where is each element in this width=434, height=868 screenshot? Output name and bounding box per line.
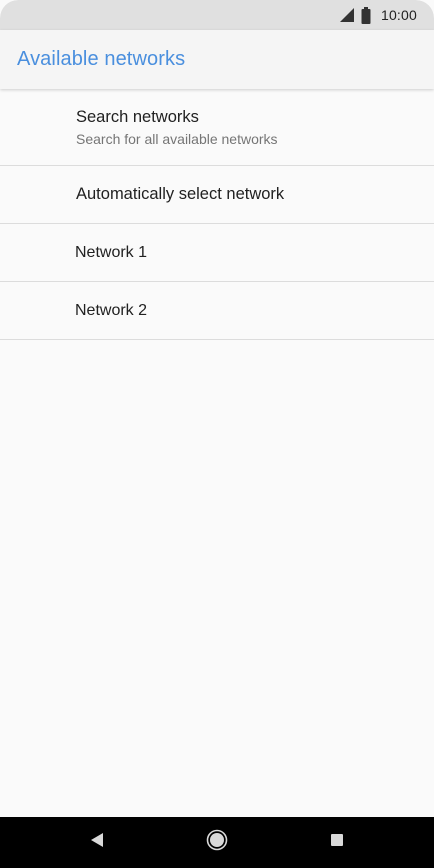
battery-icon <box>361 6 371 24</box>
search-networks-item[interactable]: Search networks Search for all available… <box>0 89 434 166</box>
recents-button[interactable] <box>307 817 367 868</box>
auto-select-network-item[interactable]: Automatically select network <box>0 166 434 224</box>
search-networks-subtitle: Search for all available networks <box>76 131 278 147</box>
network-item-label: Network 2 <box>75 302 148 319</box>
network-item-2[interactable]: Network 2 <box>0 282 434 340</box>
back-button[interactable] <box>67 817 127 868</box>
status-bar: 10:00 <box>0 0 434 30</box>
network-item-1[interactable]: Network 1 <box>0 224 434 282</box>
back-icon <box>90 832 104 853</box>
status-time: 10:00 <box>380 7 417 23</box>
navigation-bar <box>0 817 434 868</box>
app-bar: Available networks <box>0 30 434 89</box>
auto-select-network-title: Automatically select network <box>76 185 285 203</box>
network-item-label: Network 1 <box>75 244 148 261</box>
page-title: Available networks <box>17 48 186 70</box>
signal-icon <box>339 7 355 23</box>
network-list: Search networks Search for all available… <box>0 89 434 340</box>
home-button[interactable] <box>187 817 247 868</box>
status-icons: 10:00 <box>339 0 417 30</box>
home-icon <box>206 829 228 856</box>
recents-icon <box>330 833 344 852</box>
phone-screen: 10:00 Available networks Search networks… <box>0 0 434 868</box>
search-networks-title: Search networks <box>76 108 199 126</box>
